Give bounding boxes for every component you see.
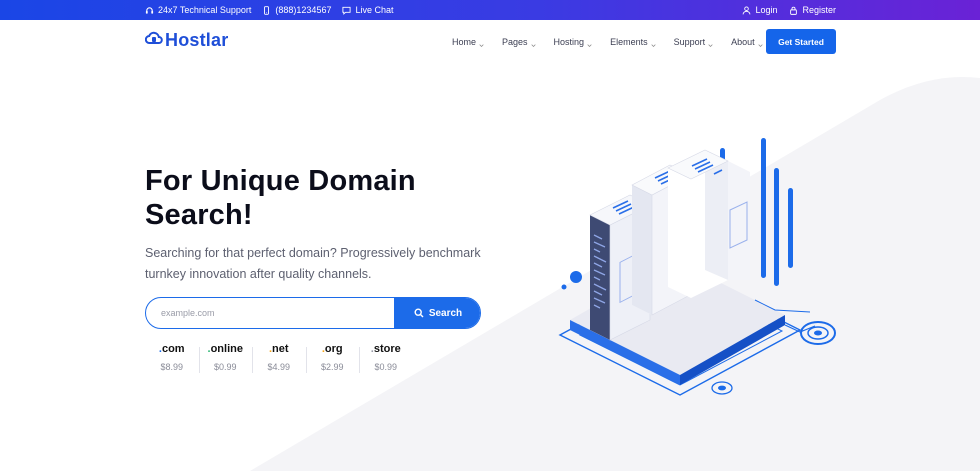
support-text: 24x7 Technical Support: [158, 5, 252, 15]
hero-description: Searching for that perfect domain? Progr…: [145, 246, 481, 281]
search-button-label: Search: [428, 307, 463, 319]
tld-name: .store: [359, 343, 413, 358]
nav-menu: Home Pages Hosting Elements Support Abou…: [452, 20, 781, 64]
chevron-down-icon: [530, 40, 536, 47]
register-link[interactable]: Register: [789, 5, 836, 15]
chevron-down-icon: [650, 40, 656, 47]
top-bar: 24x7 Technical Support (888)1234567 Live…: [0, 0, 980, 20]
chevron-down-icon: [587, 40, 592, 47]
nav-item-label: Support: [673, 37, 706, 47]
tld-name: .com: [145, 343, 199, 358]
nav-item-pages[interactable]: Pages: [502, 37, 536, 47]
logo[interactable]: Hostlar: [144, 30, 229, 51]
server-illustration: [558, 138, 836, 396]
tld-name: .org: [306, 343, 360, 358]
tld-extension: com: [161, 343, 185, 355]
tld-extension: online: [210, 343, 243, 355]
lock-icon: [789, 6, 798, 15]
tld-name: .online: [199, 343, 253, 358]
tld-price: $0.99: [374, 362, 398, 372]
nav-item-label: Pages: [502, 37, 528, 47]
chat-text: Live Chat: [355, 5, 394, 15]
cloud-logo-icon: [144, 30, 163, 51]
phone-text: (888)1234567: [275, 5, 332, 15]
user-icon: [742, 5, 751, 15]
chevron-down-icon: [479, 40, 484, 47]
nav-item-label: Elements: [610, 37, 648, 47]
nav-item-label: About: [731, 37, 755, 47]
domain-search-input[interactable]: [146, 298, 394, 327]
tld-price: $8.99: [160, 362, 184, 372]
tld-price: $2.99: [320, 362, 344, 372]
tld-price: $4.99: [267, 362, 291, 372]
register-text: Register: [802, 5, 836, 15]
tld-item-net[interactable]: .net $4.99: [252, 343, 306, 373]
logo-text: Hostlar: [165, 30, 229, 50]
phone-link[interactable]: (888)1234567: [262, 5, 331, 15]
login-text: Login: [755, 5, 778, 15]
nav-item-about[interactable]: About: [731, 37, 763, 47]
headset-icon: [145, 6, 154, 15]
nav-item-label: Hosting: [553, 37, 585, 47]
nav-item-elements[interactable]: Elements: [610, 37, 656, 47]
chevron-down-icon: [708, 40, 713, 47]
tld-extension: org: [324, 343, 343, 355]
support-link[interactable]: 24x7 Technical Support: [145, 5, 251, 15]
chevron-down-icon: [758, 40, 763, 47]
phone-icon: [262, 5, 271, 15]
tld-name: .net: [252, 343, 306, 358]
tld-extension: store: [373, 343, 401, 355]
main-navigation: Hostlar Home Pages Hosting Elements Supp…: [0, 20, 980, 64]
search-button[interactable]: Search: [394, 298, 480, 328]
tld-item-store[interactable]: .store $0.99: [359, 343, 413, 373]
login-link[interactable]: Login: [742, 5, 777, 15]
tld-item-online[interactable]: .online $0.99: [198, 343, 253, 373]
nav-item-hosting[interactable]: Hosting: [554, 37, 593, 47]
nav-item-home[interactable]: Home: [452, 37, 484, 47]
tld-price-list: .com $8.99 .online $0.99 .net $4.99 .org…: [145, 343, 413, 373]
search-icon: [414, 308, 424, 318]
tld-item-com[interactable]: .com $8.99: [145, 343, 199, 372]
domain-search-form: Search: [145, 297, 481, 329]
tld-price: $0.99: [213, 362, 237, 372]
nav-item-label: Home: [452, 37, 477, 47]
live-chat-link[interactable]: Live Chat: [342, 5, 394, 15]
get-started-button[interactable]: Get Started: [766, 29, 836, 54]
hero-title: For Unique Domain Search!: [145, 165, 416, 231]
tld-item-org[interactable]: .org $2.99: [305, 343, 360, 373]
chat-icon: [342, 6, 352, 15]
tld-extension: net: [272, 343, 289, 355]
nav-item-support[interactable]: Support: [674, 37, 714, 47]
